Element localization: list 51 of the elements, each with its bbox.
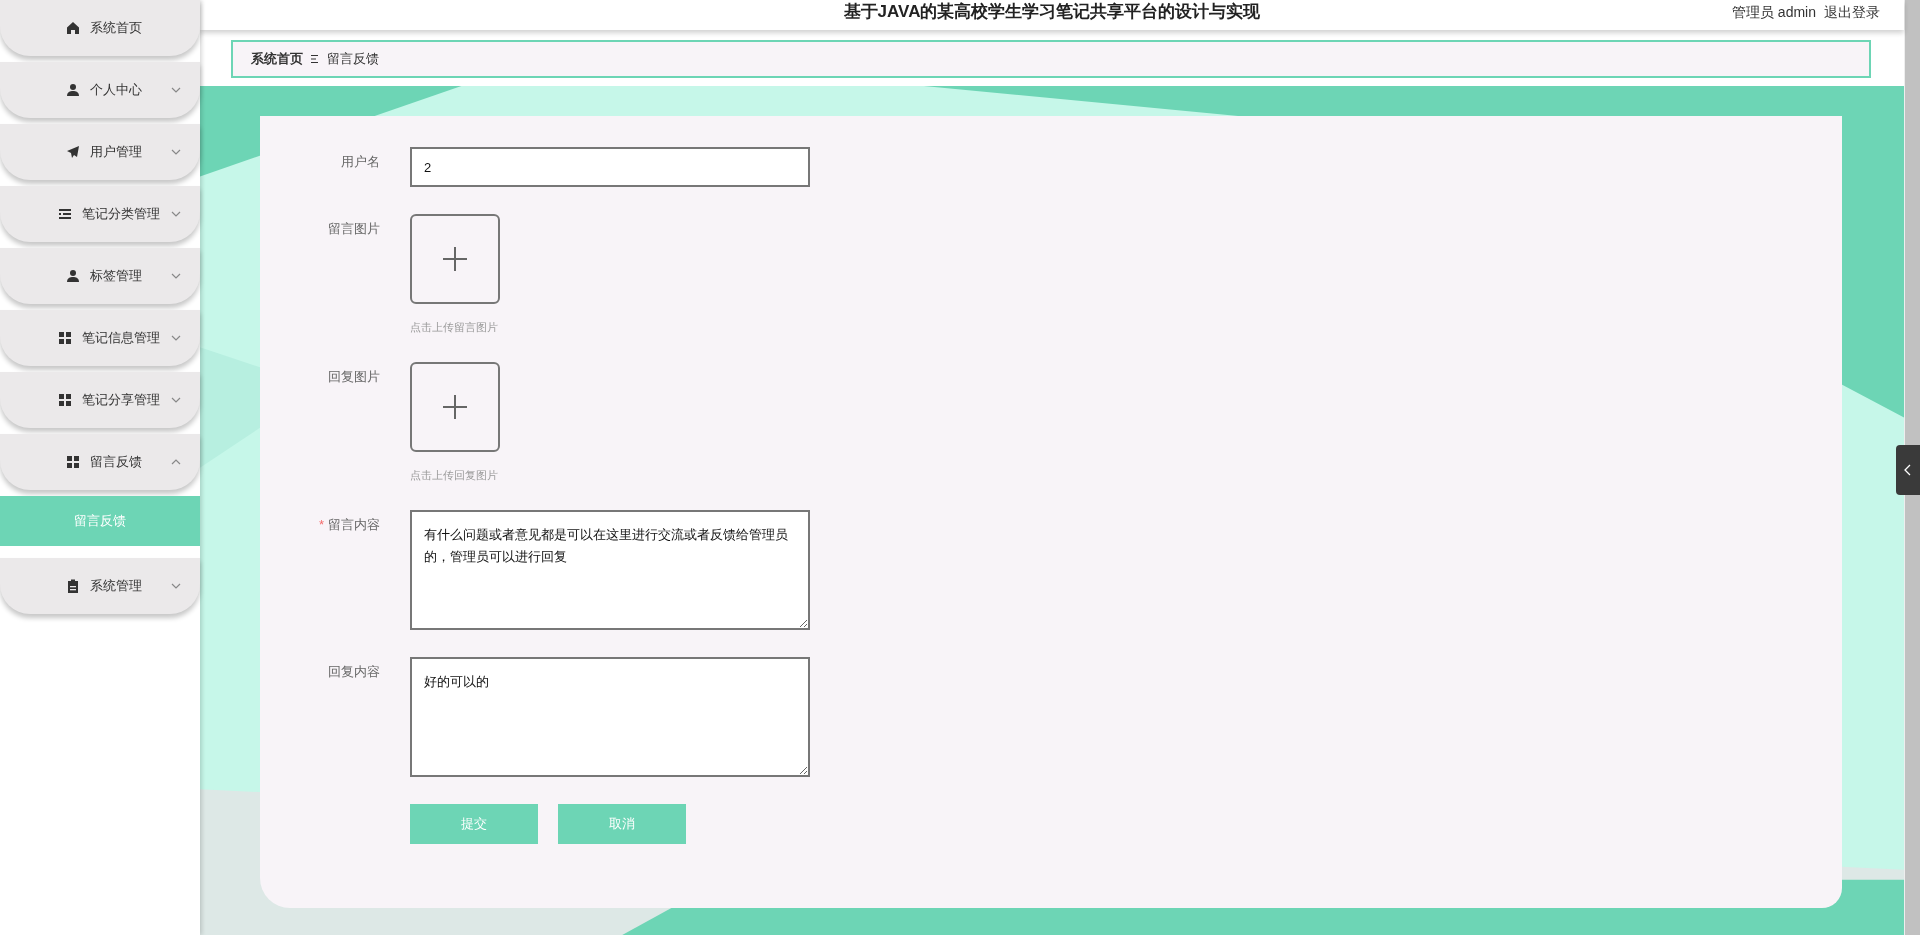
menu-item[interactable]: 个人中心 — [0, 62, 200, 118]
page-title: 基于JAVA的某高校学生学习笔记共享平台的设计与实现 — [843, 3, 1261, 20]
chevron-left-icon — [1903, 464, 1913, 476]
menu-item[interactable]: 系统管理 — [0, 558, 200, 614]
menu-label: 笔记分类管理 — [82, 205, 160, 223]
collapse-button[interactable] — [1896, 445, 1920, 495]
upload-hint: 点击上传留言图片 — [410, 320, 499, 335]
paper-plane-icon — [66, 145, 80, 159]
home-icon — [66, 21, 80, 35]
grid-icon — [58, 331, 72, 345]
upload-hint: 点击上传回复图片 — [410, 468, 499, 483]
upload-box[interactable] — [410, 362, 500, 452]
grid-icon — [58, 393, 72, 407]
plus-icon — [441, 393, 469, 421]
breadcrumb-link[interactable]: 系统首页 — [251, 50, 303, 68]
scrollbar[interactable] — [1904, 0, 1920, 935]
breadcrumb-link[interactable]: 留言反馈 — [327, 50, 379, 68]
menu-item[interactable]: 用户管理 — [0, 124, 200, 180]
menu-item[interactable]: 系统首页 — [0, 0, 200, 56]
menu-label: 个人中心 — [90, 81, 143, 99]
user-name: 管理员 admin — [1731, 4, 1816, 20]
list-icon — [58, 207, 72, 221]
input-field[interactable]: 2 — [410, 147, 810, 187]
user-icon — [66, 83, 80, 97]
text-area[interactable]: 有什么问题或者意见都是可以在这里进行交流或者反馈给管理员的，管理员可以进行回复 — [410, 510, 810, 630]
text-area[interactable]: 好的可以的 — [410, 657, 810, 777]
separator-icon — [311, 54, 319, 64]
field-label: 留言图片 — [328, 220, 380, 238]
menu-label: 系统首页 — [90, 19, 143, 37]
field-label: 留言内容 — [328, 516, 380, 534]
required-mark: * — [318, 516, 324, 534]
menu-item[interactable]: 标签管理 — [0, 248, 200, 304]
menu-item[interactable]: 留言反馈 — [0, 434, 200, 490]
user-icon — [66, 269, 80, 283]
upload-box[interactable] — [410, 214, 500, 304]
menu-label: 标签管理 — [90, 267, 143, 285]
menu-label: 笔记分享管理 — [82, 391, 160, 409]
plus-icon — [441, 245, 469, 273]
menu-item[interactable]: 笔记分类管理 — [0, 186, 200, 242]
field-label: 回复图片 — [328, 368, 380, 386]
menu-label: 笔记信息管理 — [82, 329, 160, 347]
menu-label: 系统管理 — [90, 577, 143, 595]
menu-item[interactable]: 笔记信息管理 — [0, 310, 200, 366]
menu-label: 留言反馈 — [90, 453, 143, 471]
field-label: 回复内容 — [328, 663, 380, 681]
field-label: 用户名 — [341, 153, 380, 171]
menu-label: 用户管理 — [90, 143, 143, 161]
clipboard-icon — [66, 579, 80, 593]
logout-link[interactable]: 退出登录 — [1824, 4, 1880, 20]
menu-item[interactable]: 笔记分享管理 — [0, 372, 200, 428]
grid-icon — [66, 455, 80, 469]
